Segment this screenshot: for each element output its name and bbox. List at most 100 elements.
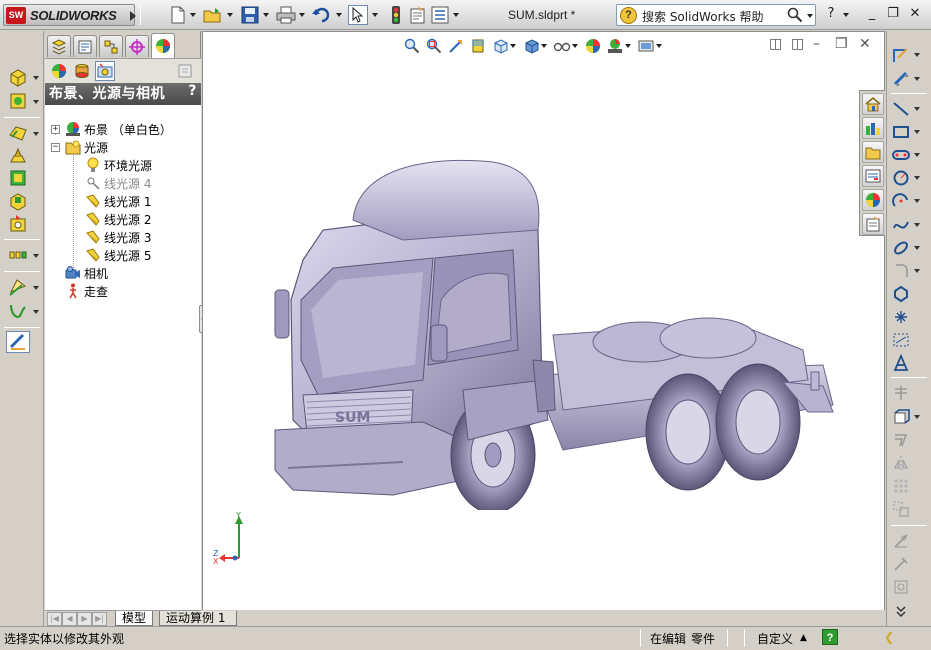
move-entities-button[interactable] bbox=[891, 499, 911, 519]
previous-view-button[interactable] bbox=[447, 37, 465, 55]
select-button[interactable] bbox=[348, 5, 368, 25]
mirror-entities-button[interactable] bbox=[891, 453, 911, 473]
section-view-button[interactable] bbox=[469, 37, 487, 55]
help-dropdown[interactable] bbox=[843, 13, 849, 17]
viewport-minimize-button[interactable]: – bbox=[813, 36, 820, 52]
options-dropdown[interactable] bbox=[453, 13, 459, 17]
scene-lights-cameras-view-button[interactable] bbox=[95, 61, 115, 81]
open-button[interactable] bbox=[203, 5, 223, 25]
tree-item-scene[interactable]: 布景 （单白色） bbox=[65, 120, 172, 138]
smart-dimension-button[interactable] bbox=[891, 69, 911, 89]
fillet-dropdown[interactable] bbox=[914, 269, 920, 273]
next-sheet-button[interactable]: ▶ bbox=[77, 612, 92, 626]
polygon-button[interactable] bbox=[891, 284, 911, 304]
zoom-to-fit-button[interactable] bbox=[403, 37, 421, 55]
close-button[interactable]: ✕ bbox=[907, 6, 923, 22]
view-settings-dropdown[interactable] bbox=[656, 44, 662, 48]
curves-icon[interactable] bbox=[8, 301, 28, 321]
decals-view-button[interactable] bbox=[72, 61, 92, 81]
appearances-view-button[interactable] bbox=[49, 61, 69, 81]
print-dropdown[interactable] bbox=[299, 13, 305, 17]
options-button[interactable] bbox=[430, 5, 450, 25]
save-dropdown[interactable] bbox=[263, 13, 269, 17]
arc-dropdown[interactable] bbox=[914, 199, 920, 203]
quick-snaps-button[interactable] bbox=[891, 577, 911, 597]
task-pane-appearances-button[interactable] bbox=[862, 189, 884, 211]
line-button[interactable] bbox=[891, 99, 911, 119]
linear-pattern-icon[interactable] bbox=[8, 245, 28, 265]
edit-appearance-button[interactable] bbox=[584, 37, 602, 55]
lights-expander[interactable]: − bbox=[51, 143, 60, 152]
tab-property-manager[interactable] bbox=[73, 35, 97, 57]
select-dropdown[interactable] bbox=[372, 13, 378, 17]
print-button[interactable] bbox=[276, 5, 296, 25]
curves-dropdown[interactable] bbox=[33, 310, 39, 314]
extruded-boss-icon[interactable] bbox=[8, 67, 28, 87]
dimension-dropdown[interactable] bbox=[914, 77, 920, 81]
minimize-button[interactable]: _ bbox=[864, 6, 880, 22]
search-icon[interactable] bbox=[787, 7, 803, 23]
more-tools-chevron[interactable] bbox=[891, 601, 911, 621]
plane-button[interactable] bbox=[891, 330, 911, 350]
rectangle-dropdown[interactable] bbox=[914, 130, 920, 134]
help-button[interactable]: ? bbox=[823, 6, 839, 22]
hole-wizard-icon[interactable] bbox=[8, 214, 28, 234]
sketch-dropdown[interactable] bbox=[914, 53, 920, 57]
tab-configuration-manager[interactable] bbox=[99, 35, 123, 57]
point-button[interactable] bbox=[891, 307, 911, 327]
tab-feature-tree[interactable] bbox=[47, 35, 71, 57]
undo-dropdown[interactable] bbox=[336, 13, 342, 17]
tree-item-directional-light-1[interactable]: 线光源 1 bbox=[85, 192, 151, 210]
tree-item-lights[interactable]: 光源 bbox=[65, 138, 108, 156]
panel-help-button[interactable]: ? bbox=[188, 83, 197, 99]
circle-button[interactable] bbox=[891, 168, 911, 188]
scene-expander[interactable]: + bbox=[51, 125, 60, 134]
ellipse-button[interactable] bbox=[891, 238, 911, 258]
view-orientation-dropdown[interactable] bbox=[510, 44, 516, 48]
boundary-boss-icon[interactable] bbox=[8, 168, 28, 188]
hide-show-items-button[interactable] bbox=[553, 37, 571, 55]
hide-show-dropdown[interactable] bbox=[572, 44, 578, 48]
first-sheet-button[interactable]: |◀ bbox=[47, 612, 62, 626]
tab-motion-study[interactable]: 运动算例 1 bbox=[159, 611, 237, 626]
sketch-button[interactable] bbox=[891, 45, 911, 65]
undo-button[interactable] bbox=[312, 5, 332, 25]
trim-button[interactable] bbox=[891, 383, 911, 403]
task-pane-design-library-button[interactable] bbox=[862, 117, 884, 139]
tab-model[interactable]: 模型 bbox=[115, 611, 154, 626]
graphics-area[interactable]: ◫ ◫ – ❐ ✕ SUM Y Z X bbox=[202, 31, 885, 611]
save-button[interactable] bbox=[240, 5, 260, 25]
truck-model[interactable]: SUM bbox=[263, 150, 848, 510]
convert-dropdown[interactable] bbox=[914, 415, 920, 419]
text-button[interactable] bbox=[891, 353, 911, 373]
fillet-button[interactable] bbox=[891, 261, 911, 281]
slot-dropdown[interactable] bbox=[914, 153, 920, 157]
swept-boss-icon[interactable] bbox=[8, 123, 28, 143]
linear-sketch-pattern-button[interactable] bbox=[891, 476, 911, 496]
tree-item-directional-light-5[interactable]: 线光源 5 bbox=[85, 246, 151, 264]
instant3d-button[interactable] bbox=[6, 331, 30, 353]
units-selector[interactable]: 自定义 bbox=[757, 630, 793, 647]
last-sheet-button[interactable]: ▶| bbox=[92, 612, 107, 626]
tree-item-directional-light-4[interactable]: 线光源 4 bbox=[85, 174, 151, 192]
convert-entities-button[interactable] bbox=[891, 407, 911, 427]
ellipse-dropdown[interactable] bbox=[914, 246, 920, 250]
viewport-restore-button[interactable]: ❐ bbox=[835, 36, 848, 52]
tree-item-ambient-light[interactable]: 环境光源 bbox=[85, 156, 152, 174]
split-horizontal-icon[interactable]: ◫ bbox=[769, 36, 782, 52]
extruded-cut-icon[interactable] bbox=[8, 191, 28, 211]
offset-entities-button[interactable] bbox=[891, 430, 911, 450]
collapse-status-arrow-icon[interactable]: ❮ bbox=[884, 630, 894, 644]
view-settings-button[interactable] bbox=[637, 37, 655, 55]
revolved-boss-icon[interactable] bbox=[8, 91, 28, 111]
reference-geometry-icon[interactable] bbox=[8, 277, 28, 297]
sweep-dropdown[interactable] bbox=[33, 132, 39, 136]
task-pane-view-palette-button[interactable] bbox=[862, 165, 884, 187]
viewport-close-button[interactable]: ✕ bbox=[859, 36, 871, 52]
prev-sheet-button[interactable]: ◀ bbox=[62, 612, 77, 626]
spline-dropdown[interactable] bbox=[914, 223, 920, 227]
tree-item-directional-light-2[interactable]: 线光源 2 bbox=[85, 210, 151, 228]
rectangle-button[interactable] bbox=[891, 122, 911, 142]
task-pane-custom-properties-button[interactable] bbox=[862, 213, 884, 235]
task-pane-home-button[interactable] bbox=[862, 93, 884, 115]
